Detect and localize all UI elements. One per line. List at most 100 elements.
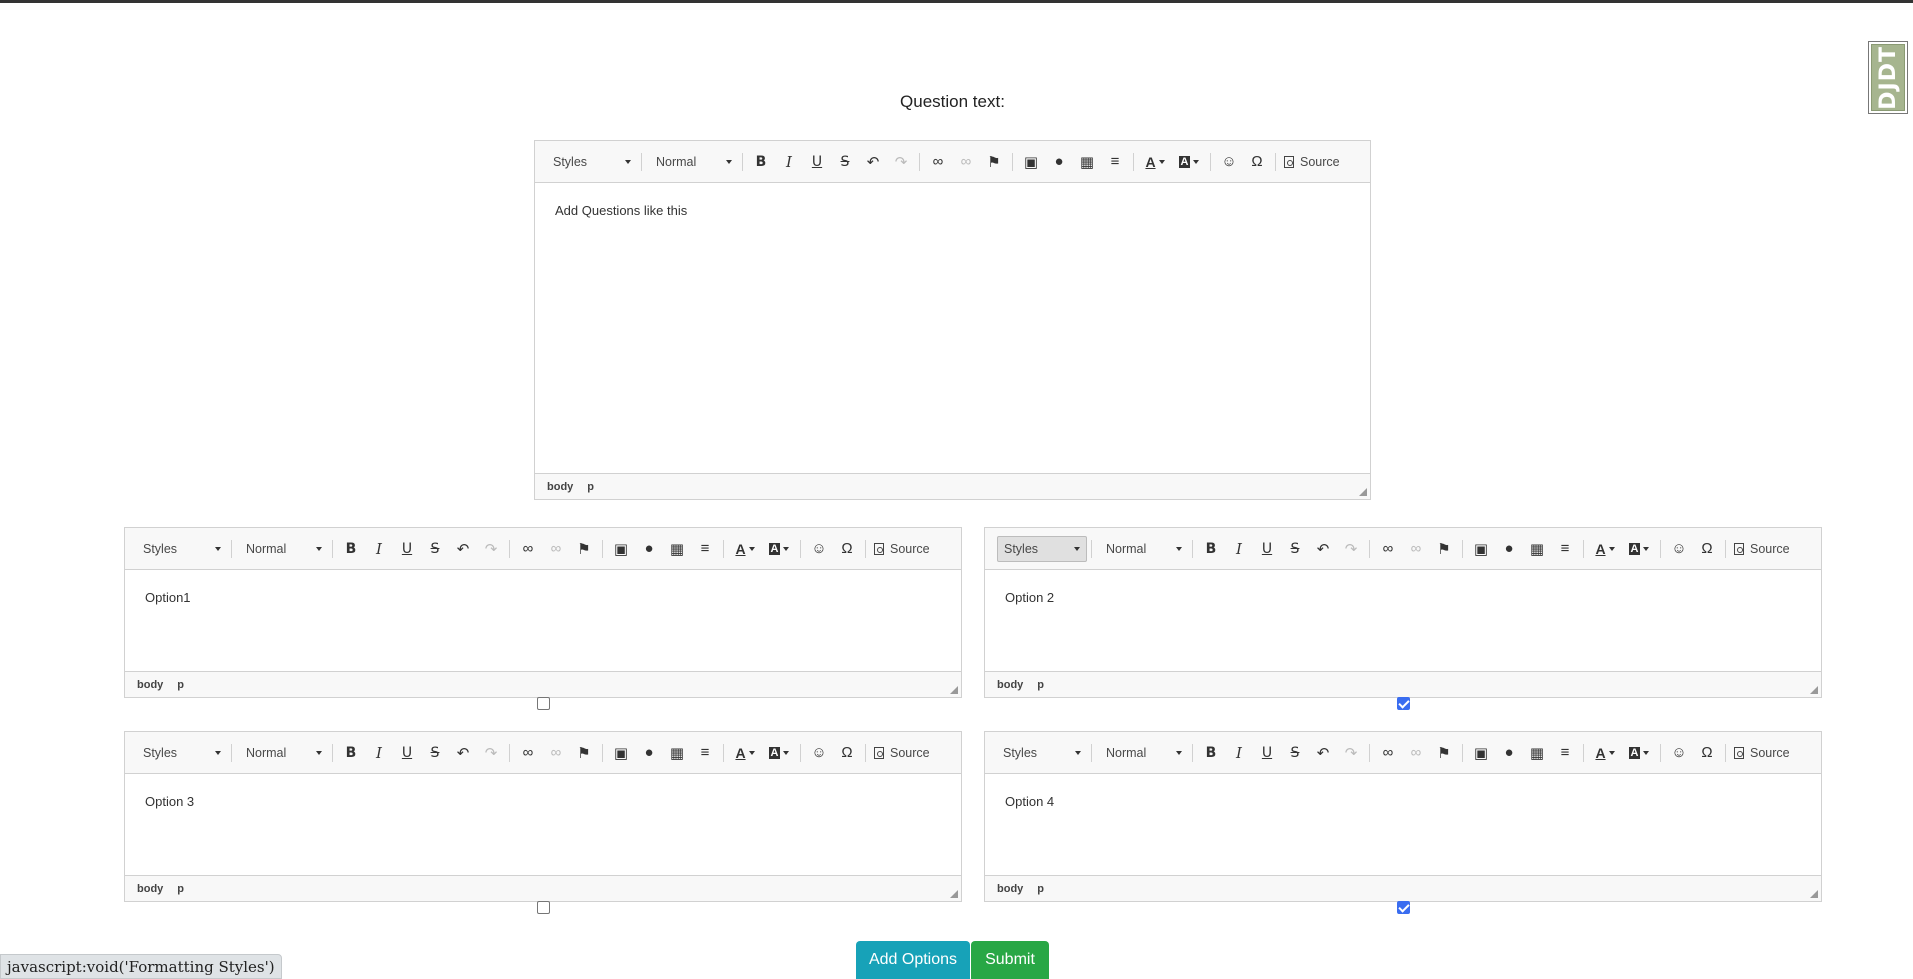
image-button[interactable]: ▣	[607, 740, 635, 766]
styles-dropdown[interactable]: Styles	[997, 740, 1087, 766]
link-button[interactable]: ∞	[1374, 740, 1402, 766]
redo-button[interactable]: ↷	[1337, 536, 1365, 562]
table-button[interactable]: ▦	[1523, 536, 1551, 562]
correct-option-checkbox-1[interactable]	[537, 697, 550, 710]
format-dropdown[interactable]: Normal	[1100, 536, 1188, 562]
anchor-button[interactable]: ⚑	[1430, 740, 1458, 766]
resize-handle-icon[interactable]	[1359, 488, 1367, 496]
horizontal-line-button[interactable]: ≡	[691, 740, 719, 766]
underline-button[interactable]: U	[393, 536, 421, 562]
anchor-button[interactable]: ⚑	[570, 536, 598, 562]
add-options-button[interactable]: Add Options	[856, 941, 970, 979]
link-button[interactable]: ∞	[514, 536, 542, 562]
smiley-button[interactable]: ☺	[805, 740, 833, 766]
special-char-button[interactable]: Ω	[1693, 536, 1721, 562]
horizontal-line-button[interactable]: ≡	[691, 536, 719, 562]
link-button[interactable]: ∞	[514, 740, 542, 766]
text-color-button[interactable]: A	[1588, 740, 1622, 766]
strikethrough-button[interactable]: S	[421, 536, 449, 562]
source-button[interactable]: Source	[870, 536, 934, 562]
resize-handle-icon[interactable]	[950, 890, 958, 898]
image-button[interactable]: ▣	[1017, 149, 1045, 175]
anchor-button[interactable]: ⚑	[980, 149, 1008, 175]
bold-button[interactable]: B	[1197, 536, 1225, 562]
image-button[interactable]: ▣	[607, 536, 635, 562]
unlink-button[interactable]: ∞	[542, 740, 570, 766]
resize-handle-icon[interactable]	[950, 686, 958, 694]
smiley-button[interactable]: ☺	[1665, 536, 1693, 562]
redo-button[interactable]: ↷	[1337, 740, 1365, 766]
background-color-button[interactable]: A	[1622, 536, 1656, 562]
italic-button[interactable]: I	[775, 149, 803, 175]
bold-button[interactable]: B	[1197, 740, 1225, 766]
special-char-button[interactable]: Ω	[1243, 149, 1271, 175]
undo-button[interactable]: ↶	[449, 740, 477, 766]
italic-button[interactable]: I	[365, 740, 393, 766]
underline-button[interactable]: U	[1253, 740, 1281, 766]
flash-button[interactable]: ●	[635, 740, 663, 766]
flash-button[interactable]: ●	[1495, 536, 1523, 562]
correct-option-checkbox-4[interactable]	[1397, 901, 1410, 914]
table-button[interactable]: ▦	[1523, 740, 1551, 766]
correct-option-checkbox-2[interactable]	[1397, 697, 1410, 710]
strikethrough-button[interactable]: S	[1281, 740, 1309, 766]
format-dropdown[interactable]: Normal	[240, 740, 328, 766]
background-color-button[interactable]: A	[1622, 740, 1656, 766]
special-char-button[interactable]: Ω	[833, 536, 861, 562]
text-color-button[interactable]: A	[1138, 149, 1172, 175]
text-color-button[interactable]: A	[1588, 536, 1622, 562]
link-button[interactable]: ∞	[1374, 536, 1402, 562]
element-path-item[interactable]: body	[547, 481, 573, 493]
background-color-button[interactable]: A	[762, 740, 796, 766]
editor-content-area[interactable]: Option 2	[985, 570, 1821, 671]
resize-handle-icon[interactable]	[1810, 686, 1818, 694]
element-path-item[interactable]: body	[137, 883, 163, 895]
flash-button[interactable]: ●	[1045, 149, 1073, 175]
strikethrough-button[interactable]: S	[1281, 536, 1309, 562]
source-button[interactable]: Source	[1730, 740, 1794, 766]
element-path-item[interactable]: body	[997, 883, 1023, 895]
strikethrough-button[interactable]: S	[831, 149, 859, 175]
element-path-item[interactable]: body	[137, 679, 163, 691]
underline-button[interactable]: U	[803, 149, 831, 175]
table-button[interactable]: ▦	[663, 740, 691, 766]
format-dropdown[interactable]: Normal	[1100, 740, 1188, 766]
italic-button[interactable]: I	[1225, 740, 1253, 766]
text-color-button[interactable]: A	[728, 536, 762, 562]
redo-button[interactable]: ↷	[887, 149, 915, 175]
styles-dropdown[interactable]: Styles	[137, 536, 227, 562]
element-path-item[interactable]: p	[587, 481, 594, 493]
element-path-item[interactable]: p	[177, 883, 184, 895]
editor-content-area[interactable]: Option 4	[985, 774, 1821, 875]
table-button[interactable]: ▦	[1073, 149, 1101, 175]
image-button[interactable]: ▣	[1467, 536, 1495, 562]
anchor-button[interactable]: ⚑	[570, 740, 598, 766]
italic-button[interactable]: I	[365, 536, 393, 562]
format-dropdown[interactable]: Normal	[240, 536, 328, 562]
editor-content-area[interactable]: Add Questions like this	[535, 183, 1370, 473]
correct-option-checkbox-3[interactable]	[537, 901, 550, 914]
underline-button[interactable]: U	[1253, 536, 1281, 562]
strikethrough-button[interactable]: S	[421, 740, 449, 766]
redo-button[interactable]: ↷	[477, 536, 505, 562]
special-char-button[interactable]: Ω	[833, 740, 861, 766]
italic-button[interactable]: I	[1225, 536, 1253, 562]
editor-content-area[interactable]: Option 3	[125, 774, 961, 875]
styles-dropdown[interactable]: Styles	[997, 535, 1087, 562]
bold-button[interactable]: B	[337, 740, 365, 766]
styles-dropdown[interactable]: Styles	[137, 740, 227, 766]
bold-button[interactable]: B	[747, 149, 775, 175]
element-path-item[interactable]: p	[1037, 679, 1044, 691]
unlink-button[interactable]: ∞	[542, 536, 570, 562]
smiley-button[interactable]: ☺	[1215, 149, 1243, 175]
undo-button[interactable]: ↶	[449, 536, 477, 562]
anchor-button[interactable]: ⚑	[1430, 536, 1458, 562]
undo-button[interactable]: ↶	[1309, 536, 1337, 562]
resize-handle-icon[interactable]	[1810, 890, 1818, 898]
unlink-button[interactable]: ∞	[1402, 740, 1430, 766]
redo-button[interactable]: ↷	[477, 740, 505, 766]
bold-button[interactable]: B	[337, 536, 365, 562]
link-button[interactable]: ∞	[924, 149, 952, 175]
editor-content-area[interactable]: Option1	[125, 570, 961, 671]
text-color-button[interactable]: A	[728, 740, 762, 766]
